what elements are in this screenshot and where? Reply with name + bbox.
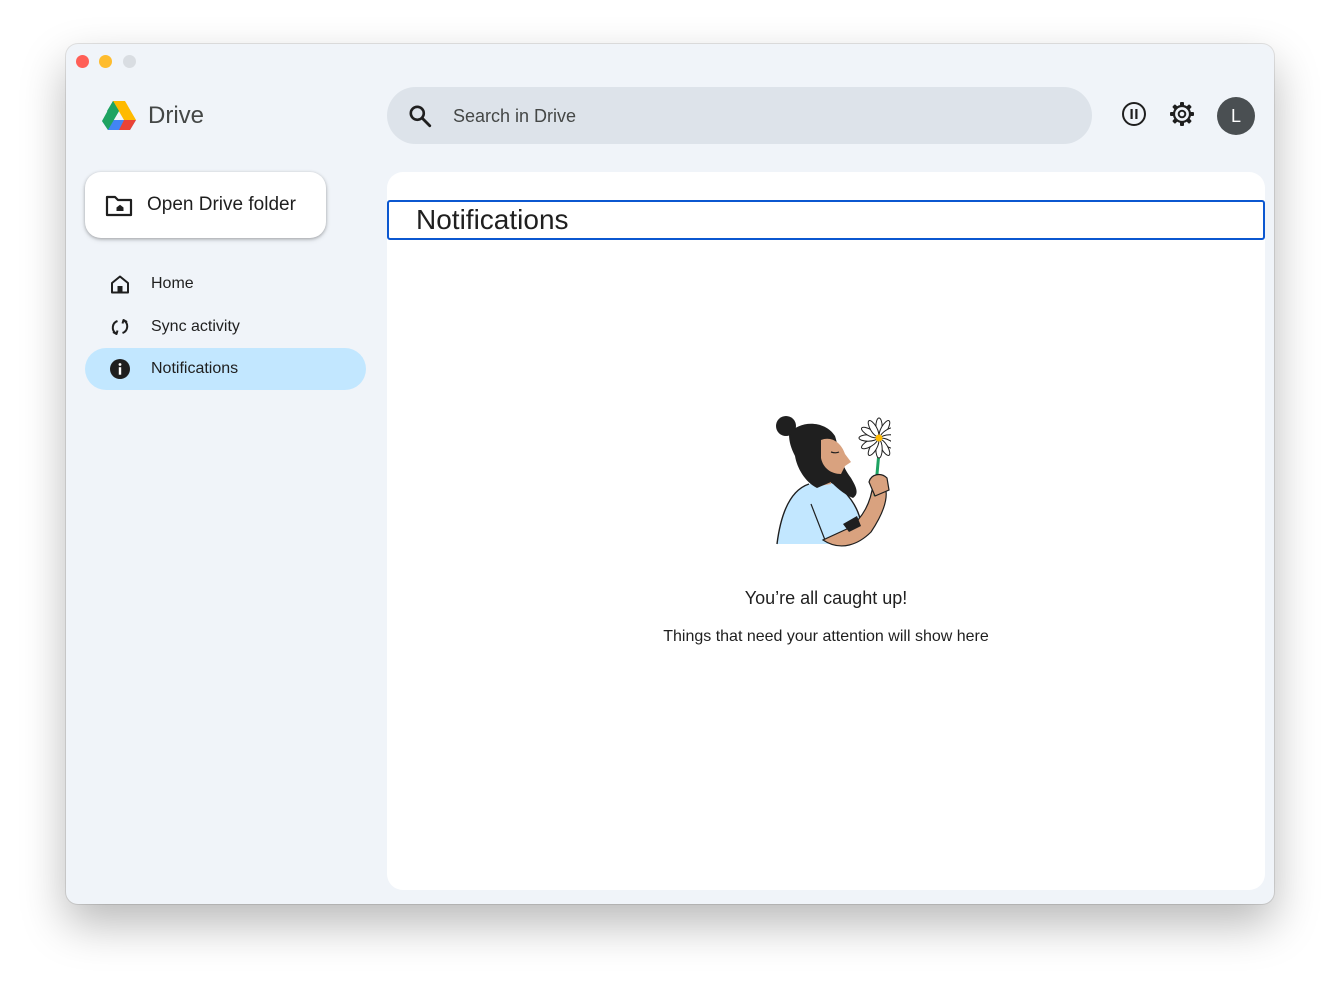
- page-title: Notifications: [416, 204, 569, 235]
- info-icon: [110, 359, 130, 379]
- pause-circle-icon[interactable]: [1119, 99, 1149, 129]
- open-drive-folder-label: Open Drive folder: [147, 194, 296, 215]
- sidebar-item-label: Sync activity: [151, 318, 240, 335]
- window-maximize-button[interactable]: [123, 55, 136, 68]
- sidebar-item-notifications[interactable]: Notifications: [85, 348, 366, 390]
- sidebar-item-label: Home: [151, 275, 194, 292]
- sidebar-item-label: Notifications: [151, 360, 239, 377]
- window-minimize-button[interactable]: [99, 55, 112, 68]
- sidebar-item-home[interactable]: Home: [85, 263, 366, 305]
- home-icon: [111, 275, 129, 294]
- app-window: Drive L Open Drive folde: [66, 44, 1274, 904]
- sidebar-item-sync-activity[interactable]: Sync activity: [85, 306, 366, 348]
- person-with-flower-illustration: [776, 416, 891, 547]
- folder-icon: [105, 195, 133, 217]
- search-bar[interactable]: [387, 87, 1092, 146]
- search-input[interactable]: [451, 87, 1075, 146]
- app-title: Drive: [148, 102, 205, 129]
- empty-state-subtitle: Things that need your attention will sho…: [663, 628, 989, 645]
- gear-icon[interactable]: [1167, 99, 1197, 129]
- avatar[interactable]: L: [1217, 97, 1255, 135]
- drive-logo-icon: [102, 101, 136, 130]
- window-close-button[interactable]: [76, 55, 89, 68]
- notifications-panel: Notifications You’re all caught up! Thin…: [387, 172, 1265, 890]
- search-icon[interactable]: [407, 103, 433, 129]
- page-title-box[interactable]: Notifications: [387, 200, 1265, 240]
- open-drive-folder-button[interactable]: Open Drive folder: [85, 172, 326, 238]
- sync-icon: [111, 319, 129, 335]
- empty-state-title: You’re all caught up!: [744, 588, 908, 608]
